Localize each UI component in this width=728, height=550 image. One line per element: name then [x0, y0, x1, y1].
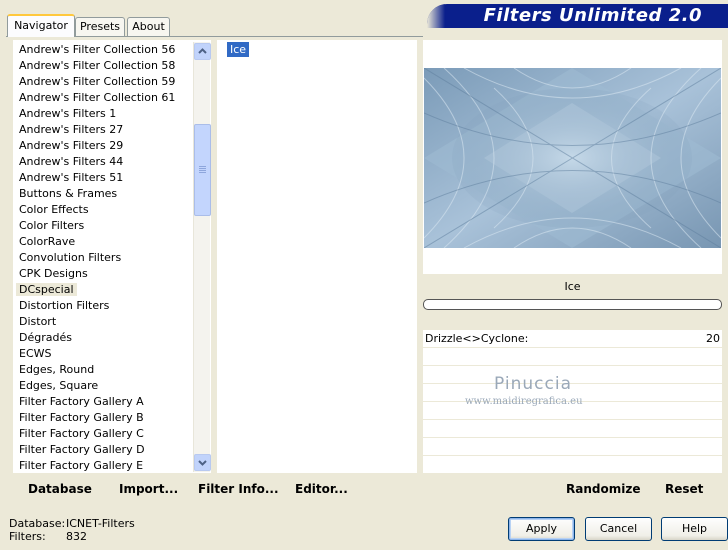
scroll-down-button[interactable]: [194, 454, 211, 471]
category-item[interactable]: Color Effects: [13, 202, 211, 218]
category-item[interactable]: Andrew's Filter Collection 61: [13, 90, 211, 106]
apply-button[interactable]: Apply: [508, 517, 575, 541]
category-list-panel: Andrew's Filter Collection 56 Andrew's Fi…: [13, 40, 211, 473]
status-filters: Filters: 832: [9, 530, 87, 543]
import-button[interactable]: Import...: [119, 482, 178, 498]
category-item[interactable]: ColorRave: [13, 234, 211, 250]
watermark-name: Pinuccia: [494, 374, 572, 394]
category-item[interactable]: Andrew's Filter Collection 58: [13, 58, 211, 74]
category-scrollbar[interactable]: [193, 42, 211, 472]
category-item[interactable]: Dégradés: [13, 330, 211, 346]
category-item[interactable]: Andrew's Filter Collection 59: [13, 74, 211, 90]
tab-navigator[interactable]: Navigator: [7, 14, 75, 37]
category-item[interactable]: Distortion Filters: [13, 298, 211, 314]
category-item[interactable]: Filter Factory Gallery B: [13, 410, 211, 426]
current-filter-name: Ice: [564, 280, 581, 293]
category-item[interactable]: Andrew's Filters 51: [13, 170, 211, 186]
cancel-button[interactable]: Cancel: [585, 517, 652, 541]
category-item[interactable]: Andrew's Filters 44: [13, 154, 211, 170]
param-value[interactable]: 20: [706, 332, 720, 345]
title-banner: Filters Unlimited 2.0: [427, 4, 728, 28]
progress-bar: [423, 299, 722, 310]
category-item[interactable]: Andrew's Filters 29: [13, 138, 211, 154]
category-item[interactable]: Buttons & Frames: [13, 186, 211, 202]
category-item[interactable]: Andrew's Filters 27: [13, 122, 211, 138]
category-item[interactable]: Distort: [13, 314, 211, 330]
reset-button[interactable]: Reset: [665, 482, 703, 498]
category-item[interactable]: Convolution Filters: [13, 250, 211, 266]
banner-title: Filters Unlimited 2.0: [483, 5, 702, 26]
category-item[interactable]: CPK Designs: [13, 266, 211, 282]
category-item[interactable]: Filter Factory Gallery D: [13, 442, 211, 458]
tab-about[interactable]: About: [127, 17, 170, 36]
chevron-down-icon: [198, 460, 207, 466]
category-item[interactable]: DCspecial: [13, 282, 211, 298]
category-item[interactable]: Filter Factory Gallery E: [13, 458, 211, 473]
tab-presets[interactable]: Presets: [75, 17, 125, 36]
param-label: Drizzle<>Cyclone:: [425, 332, 529, 345]
category-list[interactable]: Andrew's Filter Collection 56 Andrew's Fi…: [13, 40, 211, 473]
category-item[interactable]: ECWS: [13, 346, 211, 362]
randomize-button[interactable]: Randomize: [566, 482, 640, 498]
scroll-up-button[interactable]: [194, 43, 211, 60]
preview-image: [424, 68, 721, 248]
category-item[interactable]: Filter Factory Gallery A: [13, 394, 211, 410]
editor-button[interactable]: Editor...: [295, 482, 348, 498]
filter-info-button[interactable]: Filter Info...: [198, 482, 279, 498]
category-item[interactable]: Andrew's Filters 1: [13, 106, 211, 122]
category-item[interactable]: Edges, Round: [13, 362, 211, 378]
category-item[interactable]: Edges, Square: [13, 378, 211, 394]
scroll-thumb[interactable]: [194, 124, 211, 216]
watermark-url: www.maidiregrafica.eu: [465, 396, 583, 407]
chevron-up-icon: [198, 48, 207, 54]
filter-item-selected[interactable]: Ice: [227, 42, 250, 57]
category-item[interactable]: Andrew's Filter Collection 56: [13, 42, 211, 58]
category-item[interactable]: Color Filters: [13, 218, 211, 234]
status-database: Database: ICNET-Filters: [9, 517, 135, 530]
database-button[interactable]: Database: [28, 482, 92, 498]
param-row[interactable]: Drizzle<>Cyclone: 20: [423, 330, 722, 347]
filter-list-panel: [217, 40, 417, 473]
help-button[interactable]: Help: [661, 517, 728, 541]
category-item[interactable]: Filter Factory Gallery C: [13, 426, 211, 442]
